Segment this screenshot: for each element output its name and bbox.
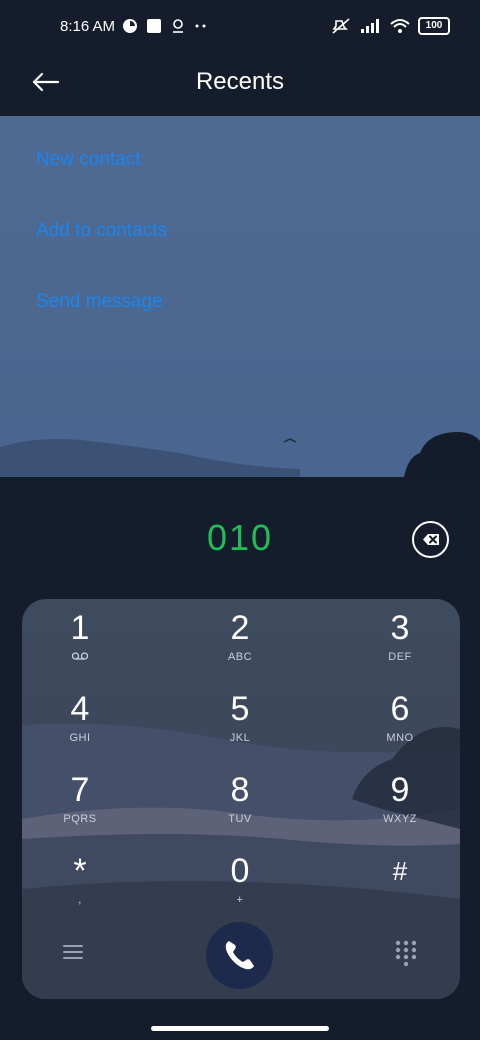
key-letters: DEF bbox=[388, 651, 412, 663]
square-notification-icon bbox=[147, 19, 161, 33]
key-letters: GHI bbox=[69, 732, 91, 744]
key-letters: JKL bbox=[229, 732, 251, 744]
phone-icon bbox=[225, 941, 254, 970]
key-digit: # bbox=[392, 856, 408, 886]
status-bar: 8:16 AM 100 bbox=[0, 0, 480, 56]
key-6[interactable]: 6 MNO bbox=[330, 690, 460, 760]
key-digit: 5 bbox=[230, 690, 250, 728]
key-letters: PQRS bbox=[63, 813, 97, 825]
new-contact-link[interactable]: New contact bbox=[36, 149, 141, 171]
system-icons: 100 bbox=[330, 17, 450, 35]
dialed-number: 010 bbox=[206, 517, 274, 558]
key-hash[interactable]: # bbox=[330, 852, 460, 922]
key-digit: 6 bbox=[390, 690, 410, 728]
key-8[interactable]: 8 TUV bbox=[170, 771, 310, 841]
key-letters: WXYZ bbox=[383, 813, 417, 825]
backspace-button[interactable] bbox=[412, 521, 449, 558]
more-dots-icon bbox=[195, 24, 206, 28]
keypad: 1 2 ABC 3 DEF 4 GHI 5 JKL 6 MNO 7 PQRS 8… bbox=[22, 599, 460, 999]
key-letters: TUV bbox=[228, 813, 252, 825]
notification-icons bbox=[122, 18, 208, 34]
add-to-contacts-link[interactable]: Add to contacts bbox=[36, 220, 167, 242]
battery-icon: 100 bbox=[418, 17, 450, 35]
send-message-link[interactable]: Send message bbox=[36, 291, 163, 313]
key-digit: 4 bbox=[70, 690, 90, 728]
landscape-illustration bbox=[0, 432, 480, 477]
menu-icon bbox=[63, 945, 83, 959]
backspace-icon bbox=[423, 534, 439, 545]
voicemail-icon bbox=[71, 652, 89, 660]
key-star[interactable]: * , bbox=[22, 852, 150, 922]
dialpad-area: 010 1 2 ABC 3 DEF 4 GHI 5 JKL 6 MNO 7 PQ… bbox=[0, 477, 480, 1040]
key-0[interactable]: 0 + bbox=[170, 852, 310, 922]
key-letters: + bbox=[236, 894, 244, 906]
key-digit: 3 bbox=[390, 609, 410, 647]
key-digit: 2 bbox=[230, 609, 250, 647]
app-bar: Recents bbox=[0, 56, 480, 116]
dialpad-grid-icon bbox=[395, 940, 417, 967]
key-digit: 7 bbox=[70, 771, 90, 809]
signal-icon bbox=[361, 19, 379, 33]
key-digit: 9 bbox=[390, 771, 410, 809]
key-7[interactable]: 7 PQRS bbox=[22, 771, 150, 841]
wifi-icon bbox=[390, 19, 410, 33]
mute-icon bbox=[332, 18, 350, 34]
call-button[interactable] bbox=[206, 922, 273, 989]
key-letters: ABC bbox=[227, 651, 253, 663]
key-5[interactable]: 5 JKL bbox=[170, 690, 310, 760]
app-notification-icon bbox=[123, 19, 137, 33]
key-digit: 1 bbox=[70, 609, 90, 647]
menu-button[interactable] bbox=[62, 941, 84, 963]
key-1[interactable]: 1 bbox=[22, 609, 150, 679]
key-3[interactable]: 3 DEF bbox=[330, 609, 460, 679]
key-letters: MNO bbox=[386, 732, 414, 744]
home-indicator[interactable] bbox=[151, 1026, 329, 1031]
key-2[interactable]: 2 ABC bbox=[170, 609, 310, 679]
key-9[interactable]: 9 WXYZ bbox=[330, 771, 460, 841]
page-title: Recents bbox=[195, 68, 285, 95]
key-digit: 8 bbox=[230, 771, 250, 809]
dialpad-toggle-button[interactable] bbox=[394, 939, 418, 967]
status-time: 8:16 AM bbox=[60, 18, 116, 35]
key-digit: * bbox=[73, 852, 87, 890]
key-letters: , bbox=[78, 894, 82, 906]
key-digit: 0 bbox=[230, 852, 250, 890]
location-icon bbox=[173, 19, 183, 33]
key-4[interactable]: 4 GHI bbox=[22, 690, 150, 760]
recent-panel: New contact Add to contacts Send message bbox=[0, 116, 480, 477]
